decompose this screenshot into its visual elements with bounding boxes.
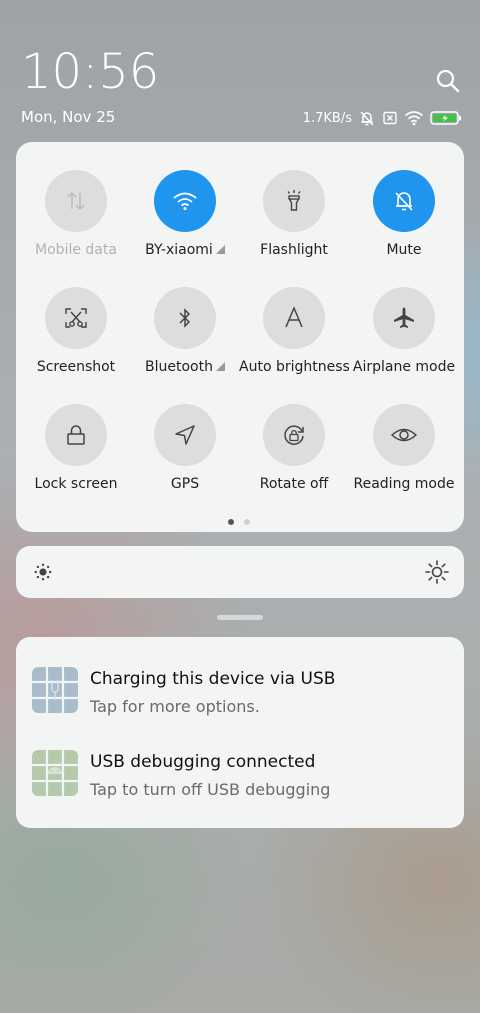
tile-label: Mute [386, 242, 422, 258]
tile-screenshot[interactable]: Screenshot [21, 287, 131, 375]
auto-brightness-icon [285, 306, 303, 328]
tile-rotate-off[interactable]: Rotate off [239, 404, 349, 492]
no-sim-icon [383, 111, 397, 125]
notification-panel: Charging this device via USB Tap for mor… [16, 637, 464, 828]
page-indicator [228, 519, 250, 525]
tile-label: Flashlight [260, 242, 328, 258]
bell-off-icon [395, 192, 413, 211]
notification-usb-charging[interactable]: Charging this device via USB Tap for mor… [16, 667, 464, 727]
mobile-data-icon [67, 191, 85, 211]
rotation-lock-icon [284, 425, 304, 445]
tile-mobile-data[interactable]: Mobile data [21, 170, 131, 258]
tile-wifi[interactable]: BY-xiaomi [130, 170, 240, 258]
tile-label: Auto brightness [239, 359, 349, 375]
brightness-slider[interactable] [16, 546, 464, 598]
notification-body: Tap to turn off USB debugging [90, 780, 331, 799]
bell-off-icon [360, 111, 374, 126]
search-icon [436, 69, 460, 93]
screenshot-icon [65, 308, 87, 328]
wifi-icon [173, 192, 197, 210]
shade-drag-handle[interactable] [217, 615, 263, 620]
airplane-icon [394, 307, 414, 328]
expand-triangle-icon [215, 245, 225, 254]
notification-usb-debugging[interactable]: USB debugging connected Tap to turn off … [16, 750, 464, 810]
clock: 10:56 [21, 44, 160, 100]
tile-bluetooth[interactable]: Bluetooth [130, 287, 240, 375]
page-dot-2[interactable] [244, 519, 250, 525]
lock-icon [67, 425, 85, 445]
brightness-low-icon [34, 563, 52, 581]
wifi-icon [404, 111, 424, 126]
bluetooth-icon [179, 308, 191, 328]
notification-body: Tap for more options. [90, 697, 260, 716]
tile-lock-screen[interactable]: Lock screen [21, 404, 131, 492]
brightness-high-icon [425, 560, 449, 584]
tile-label: GPS [170, 476, 200, 492]
tile-label: Reading mode [353, 476, 455, 492]
date: Mon, Nov 25 [21, 108, 116, 126]
page-dot-1[interactable] [228, 519, 234, 525]
tile-flashlight[interactable]: Flashlight [239, 170, 349, 258]
tile-auto-brightness[interactable]: Auto brightness [239, 287, 349, 375]
battery-charging-icon [430, 111, 461, 125]
status-bar: 1.7KB/s [303, 108, 462, 128]
tile-label: Bluetooth [130, 359, 240, 375]
tile-label: Airplane mode [352, 359, 456, 375]
expand-triangle-icon [215, 362, 225, 371]
tile-label: BY-xiaomi [130, 242, 240, 258]
network-speed: 1.7KB/s [302, 110, 352, 126]
quick-settings-panel: Mobile data BY-xiaomi Flashlight Mute Sc… [16, 142, 464, 532]
tile-label: Lock screen [34, 476, 118, 492]
android-debug-app-icon [32, 750, 78, 796]
tile-gps[interactable]: GPS [130, 404, 240, 492]
tile-mute[interactable]: Mute [349, 170, 459, 258]
tile-label: Mobile data [35, 242, 117, 258]
tile-label-text: Bluetooth [145, 359, 213, 375]
notification-title: USB debugging connected [90, 752, 316, 772]
tile-label-text: BY-xiaomi [145, 242, 213, 258]
tile-airplane-mode[interactable]: Airplane mode [349, 287, 459, 375]
search-button[interactable] [434, 67, 462, 95]
flashlight-icon [287, 190, 301, 211]
location-arrow-icon [175, 425, 195, 445]
usb-charging-app-icon [32, 667, 78, 713]
tile-label: Screenshot [36, 359, 116, 375]
eye-icon [390, 428, 418, 442]
tile-reading-mode[interactable]: Reading mode [349, 404, 459, 492]
notification-title: Charging this device via USB [90, 669, 336, 689]
tile-label: Rotate off [259, 476, 329, 492]
